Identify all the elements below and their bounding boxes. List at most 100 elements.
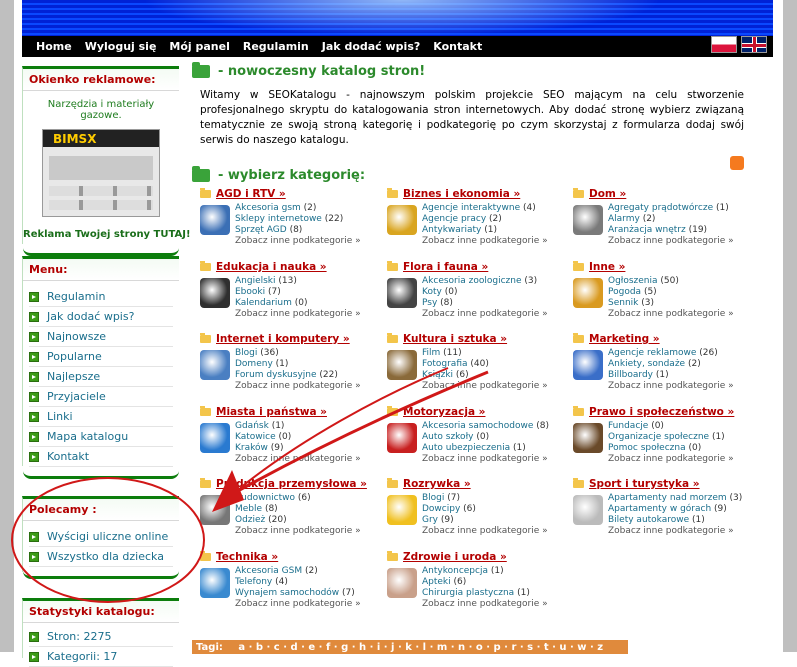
more-subcategories-link[interactable]: Zobacz inne podkategorie »	[422, 454, 572, 465]
more-subcategories-link[interactable]: Zobacz inne podkategorie »	[235, 381, 385, 392]
rss-icon[interactable]	[730, 156, 744, 170]
subcategory-link[interactable]: Domeny	[235, 359, 273, 369]
more-subcategories-link[interactable]: Zobacz inne podkategorie »	[608, 381, 758, 392]
menu-item[interactable]: Linki	[29, 407, 173, 427]
more-subcategories-link[interactable]: Zobacz inne podkategorie »	[422, 599, 572, 610]
menu-item[interactable]: Najlepsze	[29, 367, 173, 387]
subcategory-link[interactable]: Bilety autokarowe	[608, 515, 689, 525]
subcategory-link[interactable]: Koty	[422, 287, 442, 297]
subcategory-link[interactable]: Akcesoria gsm	[235, 203, 301, 213]
category-link[interactable]: Internet i komputery »	[216, 333, 350, 345]
more-subcategories-link[interactable]: Zobacz inne podkategorie »	[235, 454, 385, 465]
subcategory-link[interactable]: Agregaty prądotwórcze	[608, 203, 713, 213]
subcategory-link[interactable]: Akcesoria GSM	[235, 566, 302, 576]
tags-letters[interactable]: a · b · c · d · e · f · g · h · i · j · …	[234, 642, 603, 653]
subcategory-link[interactable]: Film	[422, 348, 440, 358]
english-flag-icon[interactable]	[741, 36, 767, 53]
menu-item[interactable]: Przyjaciele	[29, 387, 173, 407]
subcategory-link[interactable]: Pomoc społeczna	[608, 443, 686, 453]
category-link[interactable]: Marketing »	[589, 333, 660, 345]
subcategory-link[interactable]: Apteki	[422, 577, 451, 587]
category-link[interactable]: Technika »	[216, 551, 278, 563]
subcategory-link[interactable]: Blogi	[422, 493, 444, 503]
category-link[interactable]: Dom »	[589, 188, 626, 200]
subcategory-link[interactable]: Gdańsk	[235, 421, 269, 431]
subcategory-link[interactable]: Sklepy internetowe	[235, 214, 322, 224]
subcategory-link[interactable]: Angielski	[235, 276, 276, 286]
more-subcategories-link[interactable]: Zobacz inne podkategorie »	[235, 236, 385, 247]
subcategory-link[interactable]: Fundacje	[608, 421, 648, 431]
category-link[interactable]: Inne »	[589, 261, 625, 273]
subcategory-link[interactable]: Akcesoria samochodowe	[422, 421, 533, 431]
subcategory-link[interactable]: Agencje pracy	[422, 214, 486, 224]
menu-item[interactable]: Regulamin	[29, 287, 173, 307]
more-subcategories-link[interactable]: Zobacz inne podkategorie »	[608, 526, 758, 537]
more-subcategories-link[interactable]: Zobacz inne podkategorie »	[608, 236, 758, 247]
recommended-item[interactable]: Wszystko dla dziecka	[29, 547, 173, 567]
subcategory-link[interactable]: Antykoncepcja	[422, 566, 488, 576]
subcategory-link[interactable]: Gry	[422, 515, 438, 525]
category-link[interactable]: Kultura i sztuka »	[403, 333, 507, 345]
more-subcategories-link[interactable]: Zobacz inne podkategorie »	[608, 309, 758, 320]
category-link[interactable]: Rozrywka »	[403, 478, 471, 490]
subcategory-link[interactable]: Sennik	[608, 298, 638, 308]
more-subcategories-link[interactable]: Zobacz inne podkategorie »	[422, 526, 572, 537]
subcategory-link[interactable]: Apartamenty nad morzem	[608, 493, 727, 503]
more-subcategories-link[interactable]: Zobacz inne podkategorie »	[422, 309, 572, 320]
more-subcategories-link[interactable]: Zobacz inne podkategorie »	[422, 381, 572, 392]
subcategory-link[interactable]: Antykwariaty	[422, 225, 481, 235]
menu-item[interactable]: Jak dodać wpis?	[29, 307, 173, 327]
subcategory-link[interactable]: Sprzęt AGD	[235, 225, 287, 235]
menu-item[interactable]: Najnowsze	[29, 327, 173, 347]
subcategory-link[interactable]: Psy	[422, 298, 437, 308]
subcategory-link[interactable]: Odzież	[235, 515, 265, 525]
subcategory-link[interactable]: Agencje interaktywne	[422, 203, 520, 213]
subcategory-link[interactable]: Telefony	[235, 577, 272, 587]
ad-banner-image[interactable]: BIMSX	[42, 129, 160, 217]
menu-item[interactable]: Popularne	[29, 347, 173, 367]
category-link[interactable]: Zdrowie i uroda »	[403, 551, 507, 563]
subcategory-link[interactable]: Organizacje społeczne	[608, 432, 709, 442]
subcategory-link[interactable]: Budownictwo	[235, 493, 295, 503]
subcategory-link[interactable]: Akcesoria zoologiczne	[422, 276, 522, 286]
ad-link[interactable]: Reklama Twojej strony TUTAJ!	[23, 221, 191, 244]
subcategory-link[interactable]: Chirurgia plastyczna	[422, 588, 514, 598]
subcategory-link[interactable]: Alarmy	[608, 214, 640, 224]
category-link[interactable]: AGD i RTV »	[216, 188, 286, 200]
ad-text[interactable]: Narzędzia i materiały gazowe.	[23, 91, 179, 125]
subcategory-link[interactable]: Meble	[235, 504, 262, 514]
nav-logout[interactable]: Wyloguj się	[85, 40, 157, 53]
category-link[interactable]: Flora i fauna »	[403, 261, 488, 273]
subcategory-link[interactable]: Książki	[422, 370, 453, 380]
polish-flag-icon[interactable]	[711, 36, 737, 53]
nav-how-to-add[interactable]: Jak dodać wpis?	[322, 40, 420, 53]
subcategory-link[interactable]: Kalendarium	[235, 298, 292, 308]
category-link[interactable]: Produkcja przemysłowa »	[216, 478, 367, 490]
nav-rules[interactable]: Regulamin	[243, 40, 309, 53]
subcategory-link[interactable]: Katowice	[235, 432, 276, 442]
category-link[interactable]: Miasta i państwa »	[216, 406, 327, 418]
more-subcategories-link[interactable]: Zobacz inne podkategorie »	[608, 454, 758, 465]
nav-my-panel[interactable]: Mój panel	[169, 40, 229, 53]
category-link[interactable]: Sport i turystyka »	[589, 478, 700, 490]
subcategory-link[interactable]: Aranżacja wnętrz	[608, 225, 686, 235]
subcategory-link[interactable]: Auto szkoły	[422, 432, 473, 442]
menu-item[interactable]: Kontakt	[29, 447, 173, 467]
subcategory-link[interactable]: Auto ubezpieczenia	[422, 443, 510, 453]
subcategory-link[interactable]: Apartamenty w górach	[608, 504, 711, 514]
subcategory-link[interactable]: Fotografia	[422, 359, 468, 369]
category-link[interactable]: Edukacja i nauka »	[216, 261, 327, 273]
subcategory-link[interactable]: Forum dyskusyjne	[235, 370, 317, 380]
subcategory-link[interactable]: Kraków	[235, 443, 268, 453]
category-link[interactable]: Prawo i społeczeństwo »	[589, 406, 734, 418]
subcategory-link[interactable]: Ogłoszenia	[608, 276, 658, 286]
subcategory-link[interactable]: Pogoda	[608, 287, 641, 297]
subcategory-link[interactable]: Agencje reklamowe	[608, 348, 696, 358]
subcategory-link[interactable]: Dowcipy	[422, 504, 460, 514]
subcategory-link[interactable]: Wynajem samochodów	[235, 588, 339, 598]
nav-home[interactable]: Home	[36, 40, 72, 53]
more-subcategories-link[interactable]: Zobacz inne podkategorie »	[235, 526, 385, 537]
category-link[interactable]: Biznes i ekonomia »	[403, 188, 520, 200]
more-subcategories-link[interactable]: Zobacz inne podkategorie »	[235, 599, 385, 610]
subcategory-link[interactable]: Ankiety, sondaże	[608, 359, 685, 369]
